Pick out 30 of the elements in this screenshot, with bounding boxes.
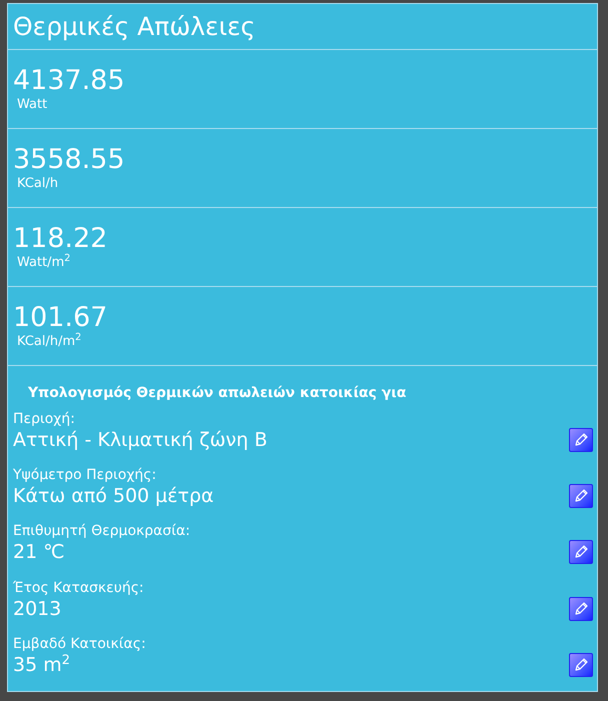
result-unit: Watt/m$^{2}$ (16, 255, 70, 272)
pencil-icon (573, 544, 589, 560)
field-label: Υψόμετρο Περιοχής: (13, 466, 156, 484)
pencil-icon (573, 488, 589, 504)
field-value: 2013 (13, 596, 62, 621)
field-value: Αττική - Κλιματική ζώνη Β (13, 428, 268, 452)
edit-button[interactable] (569, 484, 593, 508)
field-label: Έτος Κατασκευής: (13, 578, 144, 597)
field-label: Εμβαδό Κατοικίας: (13, 634, 146, 653)
field-label: Επιθυμητή Θερμοκρασία: (13, 522, 190, 540)
result-value: 3558.55 (13, 144, 125, 176)
pencil-icon (573, 432, 589, 448)
result-unit: KCal/h (16, 176, 58, 192)
result-value: 118.22 (13, 223, 108, 254)
section-heading: Υπολογισμός Θερμικών απωλειών κατοικίας για (28, 384, 406, 401)
edit-button[interactable] (569, 428, 593, 452)
result-unit: Watt (16, 97, 48, 114)
panel-title: Θερμικές Απώλειες (13, 14, 256, 40)
result-value: 4137.85 (13, 65, 125, 98)
field-value: 35 m$^{2}$ (13, 652, 70, 677)
pencil-icon (573, 656, 589, 673)
field-value: Κάτω από 500 μέτρα (13, 484, 214, 508)
pencil-icon (573, 600, 589, 617)
edit-button[interactable] (569, 652, 593, 677)
field-label: Περιοχή: (13, 410, 75, 428)
result-unit: KCal/h/m$^{2}$ (16, 334, 82, 350)
edit-button[interactable] (569, 596, 593, 621)
field-value: 21 ℃ (13, 540, 65, 564)
result-value: 101.67 (13, 302, 108, 334)
edit-button[interactable] (569, 540, 593, 564)
